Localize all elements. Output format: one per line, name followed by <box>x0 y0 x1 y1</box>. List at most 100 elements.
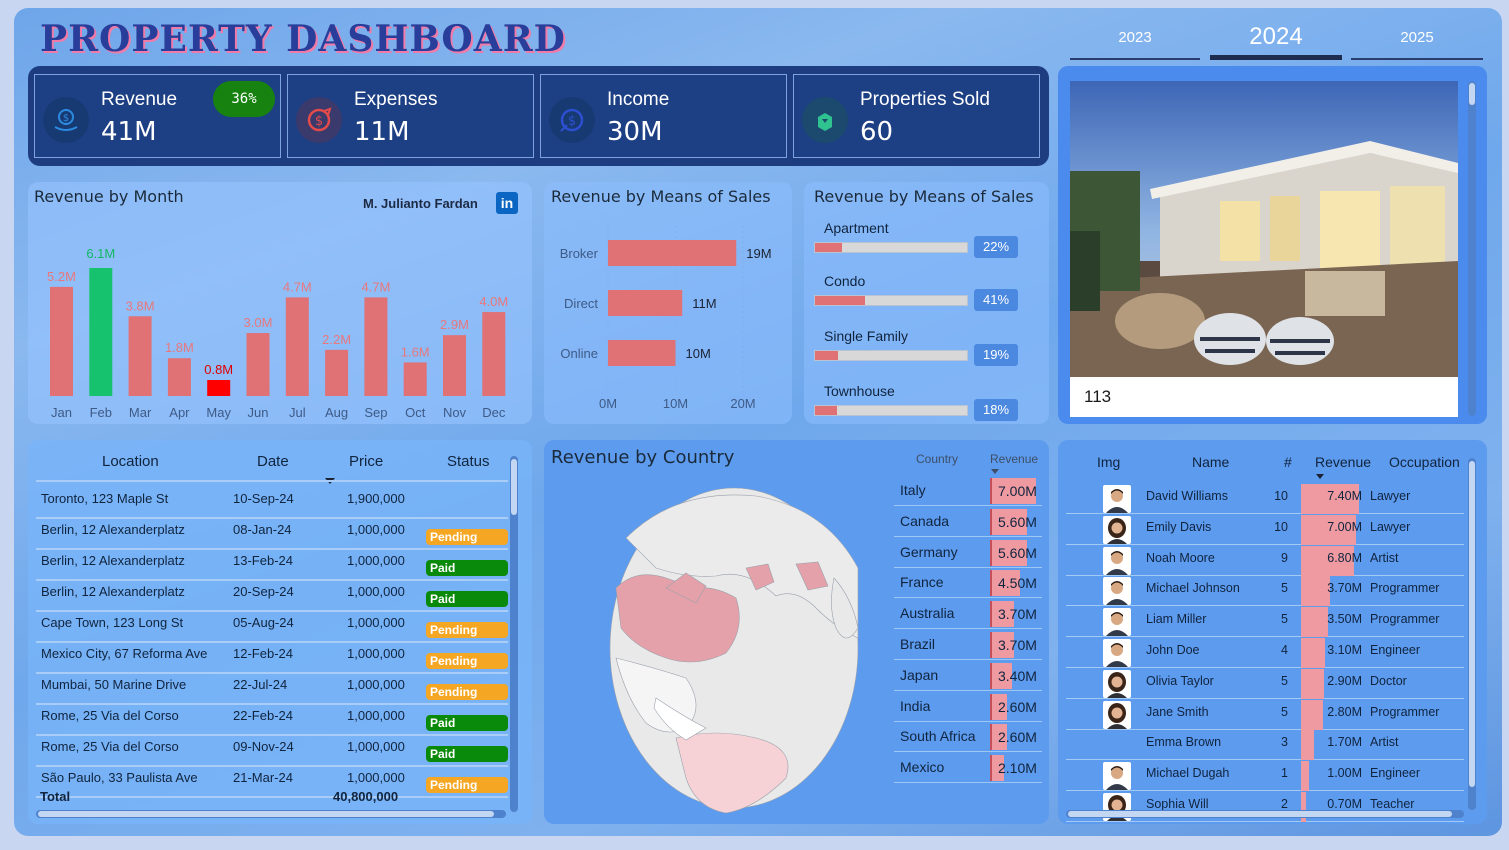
col-header-name[interactable]: Name <box>1192 454 1229 470</box>
country-row[interactable]: Japan 3.40M <box>894 662 1042 689</box>
agent-name: Sophia Will <box>1146 797 1209 811</box>
table-row[interactable]: São Paulo, 33 Paulista Ave 21-Mar-24 1,000… <box>36 767 508 798</box>
agent-row[interactable]: Jane Smith 5 2.80M Programmer <box>1066 699 1464 730</box>
progress-track <box>814 350 968 361</box>
country-row[interactable]: Mexico 2.10M <box>894 755 1042 782</box>
scrollbar-thumb[interactable] <box>38 811 494 817</box>
agent-revenue: 3.50M <box>1327 612 1362 627</box>
revenue-value: 2.10M <box>998 760 1037 777</box>
col-header-country[interactable]: Country <box>916 452 958 466</box>
card-scrollbar[interactable] <box>1468 81 1476 416</box>
scrollbar-thumb[interactable] <box>1469 83 1475 105</box>
col-header-revenue[interactable]: Revenue <box>1315 454 1371 470</box>
col-header-status[interactable]: Status <box>447 453 490 470</box>
tab-year-2023[interactable]: 2023 <box>1070 24 1200 60</box>
agents-scrollbar-h[interactable] <box>1066 810 1464 818</box>
table-scrollbar-v[interactable] <box>510 456 518 812</box>
sort-desc-icon[interactable] <box>991 469 999 474</box>
bar-axis <box>990 632 992 658</box>
table-scrollbar-h[interactable] <box>36 810 506 818</box>
progress-fill <box>815 351 839 360</box>
table-row[interactable]: Rome, 25 Via del Corso 22-Feb-24 1,000,000… <box>36 705 508 736</box>
data-label: 2.2M <box>322 332 351 347</box>
bar-axis <box>990 724 992 751</box>
country-row[interactable]: Australia 3.70M <box>894 601 1042 628</box>
col-header-location[interactable]: Location <box>102 453 159 470</box>
type-label: Townhouse <box>824 383 895 399</box>
table-row[interactable]: Cape Town, 123 Long St 05-Aug-24 1,000,000… <box>36 612 508 643</box>
male-avatar-icon <box>1103 485 1131 513</box>
status-badge: Pending <box>426 529 508 545</box>
kpi-revenue[interactable]: $ Revenue 41M 36% <box>34 74 281 158</box>
scrollbar-thumb[interactable] <box>1068 811 1452 817</box>
header-divider <box>36 480 508 482</box>
tab-year-2025[interactable]: 2025 <box>1351 24 1483 60</box>
kpi-expenses[interactable]: $ Expenses 11M <box>287 74 534 158</box>
agent-row[interactable]: Michael Dugah 1 1.00M Engineer <box>1066 761 1464 792</box>
table-row[interactable]: Berlin, 12 Alexanderplatz 08-Jan-24 1,000,… <box>36 519 508 550</box>
bar <box>443 335 466 396</box>
agent-occupation: Artist <box>1370 735 1399 750</box>
col-header-occupation[interactable]: Occupation <box>1389 454 1460 470</box>
agent-row[interactable]: Noah Moore 9 6.80M Artist <box>1066 545 1464 576</box>
bar <box>128 316 152 396</box>
progress-fill <box>815 243 842 252</box>
agent-occupation: Teacher <box>1370 797 1415 811</box>
agent-name: Liam Miller <box>1146 612 1207 627</box>
country-row[interactable]: India 2.60M <box>894 693 1042 720</box>
cell-location: São Paulo, 33 Paulista Ave <box>41 770 198 785</box>
kpi-value: 11M <box>354 117 410 147</box>
scrollbar-thumb[interactable] <box>511 459 517 515</box>
agent-row[interactable]: Emma Brown 3 1.70M Artist <box>1066 730 1464 761</box>
sort-desc-icon[interactable] <box>1316 474 1324 479</box>
kpi-properties-sold[interactable]: Properties Sold 60 <box>793 74 1040 158</box>
status-badge: Paid <box>426 715 508 731</box>
agent-occupation: Engineer <box>1370 766 1421 781</box>
table-row[interactable]: Berlin, 12 Alexanderplatz 20-Sep-24 1,000,… <box>36 581 508 612</box>
type-label: Single Family <box>824 328 909 344</box>
country-row[interactable]: Italy 7.00M <box>894 478 1042 504</box>
bar <box>167 358 191 396</box>
progress-track <box>814 295 968 306</box>
country-row[interactable]: South Africa 2.60M <box>894 724 1042 751</box>
col-header-revenue[interactable]: Revenue <box>990 452 1038 466</box>
tab-year-2024[interactable]: 2024 <box>1210 20 1342 60</box>
col-header-count[interactable]: # <box>1284 454 1292 470</box>
agent-row[interactable]: Liam Miller 5 3.50M Programmer <box>1066 607 1464 638</box>
col-header-date[interactable]: Date <box>257 453 289 470</box>
agent-row[interactable]: Michael Johnson 5 3.70M Programmer <box>1066 576 1464 607</box>
bar <box>364 297 388 396</box>
cell-location: Mexico City, 67 Reforma Ave <box>41 646 208 661</box>
tick-label: Apr <box>169 405 190 420</box>
agent-row[interactable]: Emily Davis 10 7.00M Lawyer <box>1066 514 1464 545</box>
agent-row[interactable]: John Doe 4 3.10M Engineer <box>1066 638 1464 668</box>
col-header-price[interactable]: Price <box>349 453 383 470</box>
svg-text:$: $ <box>63 113 69 124</box>
agents-scrollbar-v[interactable] <box>1468 458 1476 810</box>
country-row[interactable]: Canada 5.60M <box>894 508 1042 535</box>
table-row[interactable]: Mumbai, 50 Marine Drive 22-Jul-24 1,000,00… <box>36 674 508 705</box>
revenue-value: 5.60M <box>998 513 1037 530</box>
tick-label: 20M <box>730 396 755 411</box>
agent-name: Michael Dugah <box>1146 766 1230 781</box>
world-map[interactable] <box>596 478 868 814</box>
agent-row[interactable]: David Williams 10 7.40M Lawyer <box>1066 484 1464 514</box>
agent-row[interactable]: Olivia Taylor 5 2.90M Doctor <box>1066 668 1464 699</box>
country-row[interactable]: France 4.50M <box>894 570 1042 597</box>
revenue-value: 4.50M <box>998 575 1037 592</box>
table-row[interactable]: Toronto, 123 Maple St 10-Sep-24 1,900,000 <box>36 488 508 519</box>
col-header-img[interactable]: Img <box>1097 454 1120 470</box>
agent-count: 5 <box>1281 673 1288 688</box>
country-row[interactable]: Germany 5.60M <box>894 539 1042 566</box>
table-row[interactable]: Rome, 25 Via del Corso 09-Nov-24 1,000,000… <box>36 736 508 767</box>
table-row[interactable]: Berlin, 12 Alexanderplatz 13-Feb-24 1,000,… <box>36 550 508 581</box>
kpi-income[interactable]: $ Income 30M <box>540 74 787 158</box>
bar-axis <box>990 478 992 504</box>
country-row[interactable]: Brazil 3.70M <box>894 632 1042 658</box>
panel-title: Revenue by Means of Sales <box>814 187 1034 206</box>
female-avatar-icon <box>1103 700 1131 729</box>
data-label: 1.6M <box>401 344 430 359</box>
table-row[interactable]: Mexico City, 67 Reforma Ave 12-Feb-24 1,00… <box>36 643 508 674</box>
data-label: 4.0M <box>479 294 508 309</box>
scrollbar-thumb[interactable] <box>1469 461 1475 787</box>
